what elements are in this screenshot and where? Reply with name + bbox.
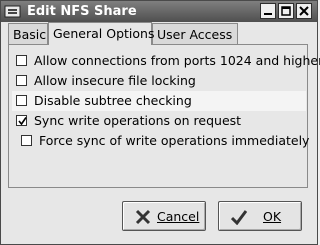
- option-label: Sync write operations on request: [34, 113, 242, 128]
- check-icon: [18, 117, 27, 126]
- checkbox[interactable]: [16, 55, 27, 66]
- checkbox[interactable]: [16, 95, 27, 106]
- tab-basic[interactable]: Basic: [8, 23, 48, 44]
- checkbox-checked[interactable]: [16, 115, 27, 126]
- maximize-icon: [281, 6, 291, 16]
- tab-user-access[interactable]: User Access: [152, 23, 238, 44]
- option-label: Force sync of write operations immediate…: [39, 133, 310, 148]
- ok-button[interactable]: OK: [218, 201, 302, 231]
- checkbox[interactable]: [21, 135, 32, 146]
- option-insecure-locking[interactable]: Allow insecure file locking: [12, 71, 306, 91]
- option-sync-write-on-request[interactable]: Sync write operations on request: [12, 111, 306, 131]
- window-title: Edit NFS Share: [27, 4, 137, 19]
- checkbox[interactable]: [16, 75, 27, 86]
- title-bar[interactable]: Edit NFS Share: [1, 1, 317, 22]
- tab-label: Basic: [13, 27, 47, 42]
- cancel-x-icon: [135, 209, 151, 228]
- tab-general-options[interactable]: General Options: [48, 22, 155, 45]
- tab-label: User Access: [157, 27, 233, 42]
- close-icon: [299, 6, 309, 16]
- minimize-icon: [264, 13, 272, 15]
- cancel-label: Cancel: [157, 209, 200, 224]
- option-force-sync-immediately[interactable]: Force sync of write operations immediate…: [17, 131, 311, 151]
- ok-label: OK: [263, 209, 282, 224]
- option-label: Allow insecure file locking: [34, 73, 196, 88]
- close-button[interactable]: [296, 3, 312, 19]
- option-disable-subtree-checking[interactable]: Disable subtree checking: [12, 91, 306, 111]
- window-menu-icon[interactable]: [4, 3, 21, 20]
- general-options-panel: Allow connections from ports 1024 and hi…: [8, 44, 320, 188]
- minimize-button[interactable]: [260, 3, 276, 19]
- option-label: Allow connections from ports 1024 and hi…: [34, 53, 320, 68]
- maximize-button[interactable]: [278, 3, 294, 19]
- ok-check-icon: [230, 209, 248, 228]
- tab-label: General Options: [53, 26, 155, 41]
- option-label: Disable subtree checking: [34, 93, 192, 108]
- edit-nfs-share-dialog: Edit NFS Share Basic General Options Use…: [0, 0, 320, 245]
- option-allow-high-ports[interactable]: Allow connections from ports 1024 and hi…: [12, 51, 320, 71]
- cancel-button[interactable]: Cancel: [122, 201, 206, 231]
